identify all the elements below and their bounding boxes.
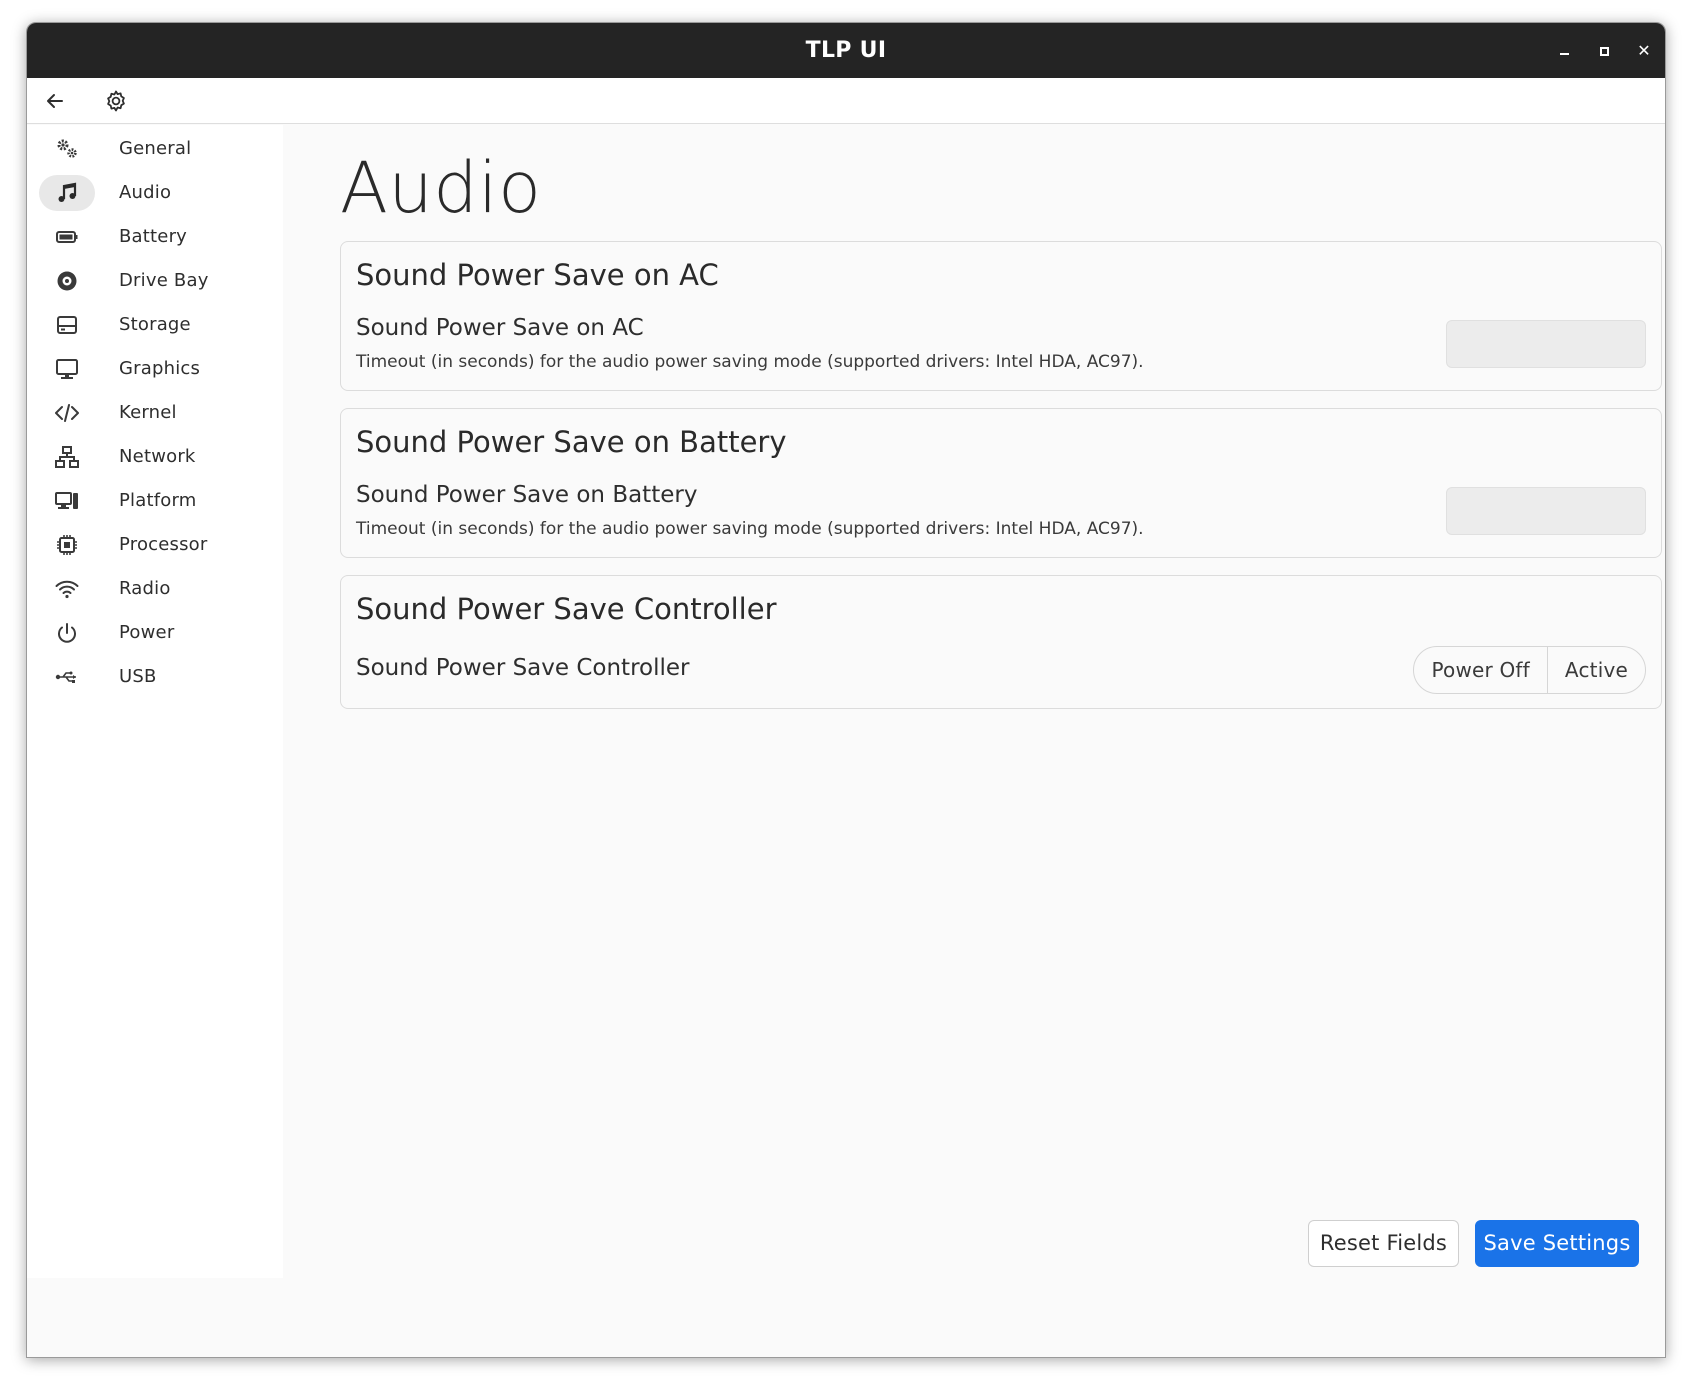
sidebar-item-battery[interactable]: Battery xyxy=(39,219,271,255)
chip-icon xyxy=(55,533,79,557)
sidebar-item-label: Platform xyxy=(119,490,197,511)
app-window: TLP UI ✕ General Audio Battery Drive Bay… xyxy=(26,22,1666,1358)
sound-power-save-battery-input[interactable] xyxy=(1446,487,1646,535)
sidebar-item-label: General xyxy=(119,138,192,159)
row-title: Sound Power Save Controller xyxy=(356,655,690,681)
settings-card-sound-controller: Sound Power Save Controller Sound Power … xyxy=(340,575,1662,709)
row-title: Sound Power Save on Battery xyxy=(356,482,698,508)
usb-icon xyxy=(55,665,79,689)
sidebar-item-platform[interactable]: Platform xyxy=(39,483,271,519)
close-icon[interactable]: ✕ xyxy=(1634,41,1654,61)
header-toolbar xyxy=(27,78,1665,124)
desktop-tower-icon xyxy=(55,489,79,513)
window-title: TLP UI xyxy=(805,38,887,63)
power-icon xyxy=(55,621,79,645)
storage-drive-icon xyxy=(55,313,79,337)
network-icon xyxy=(55,445,79,469)
minimize-icon[interactable] xyxy=(1554,41,1574,61)
sidebar-item-network[interactable]: Network xyxy=(39,439,271,475)
settings-card-sound-ac: Sound Power Save on AC Sound Power Save … xyxy=(340,241,1662,391)
sidebar-item-radio[interactable]: Radio xyxy=(39,571,271,607)
row-title: Sound Power Save on AC xyxy=(356,315,644,341)
sidebar-item-label: Network xyxy=(119,446,196,467)
code-icon xyxy=(55,401,79,425)
save-settings-button[interactable]: Save Settings xyxy=(1475,1220,1639,1267)
sidebar-item-label: Audio xyxy=(119,182,172,203)
sidebar-item-power[interactable]: Power xyxy=(39,615,271,651)
gear-icon[interactable] xyxy=(102,87,130,115)
sidebar-item-label: USB xyxy=(119,666,157,687)
sidebar-item-storage[interactable]: Storage xyxy=(39,307,271,343)
sidebar-item-label: Kernel xyxy=(119,402,177,423)
reset-fields-button[interactable]: Reset Fields xyxy=(1308,1220,1459,1267)
sidebar-item-label: Graphics xyxy=(119,358,201,379)
wifi-icon xyxy=(55,577,79,601)
sidebar-item-processor[interactable]: Processor xyxy=(39,527,271,563)
sidebar-item-label: Drive Bay xyxy=(119,270,209,291)
arrow-left-icon[interactable] xyxy=(41,87,69,115)
sidebar-item-usb[interactable]: USB xyxy=(39,659,271,695)
main-content: Audio Sound Power Save on AC Sound Power… xyxy=(283,125,1665,1357)
row-description: Timeout (in seconds) for the audio power… xyxy=(356,519,1144,539)
sidebar-item-label: Battery xyxy=(119,226,188,247)
sidebar: General Audio Battery Drive Bay Storage … xyxy=(27,125,283,1278)
sidebar-item-drive-bay[interactable]: Drive Bay xyxy=(39,263,271,299)
sidebar-item-label: Radio xyxy=(119,578,171,599)
settings-card-sound-battery: Sound Power Save on Battery Sound Power … xyxy=(340,408,1662,558)
sidebar-item-general[interactable]: General xyxy=(39,131,271,167)
option-active[interactable]: Active xyxy=(1546,647,1645,693)
battery-icon xyxy=(55,225,79,249)
option-power-off[interactable]: Power Off xyxy=(1414,647,1546,693)
row-description: Timeout (in seconds) for the audio power… xyxy=(356,352,1144,372)
sidebar-item-label: Power xyxy=(119,622,175,643)
card-heading: Sound Power Save on AC xyxy=(356,258,719,292)
sidebar-item-kernel[interactable]: Kernel xyxy=(39,395,271,431)
sidebar-item-label: Processor xyxy=(119,534,208,555)
sidebar-item-graphics[interactable]: Graphics xyxy=(39,351,271,387)
card-heading: Sound Power Save on Battery xyxy=(356,425,787,459)
monitor-icon xyxy=(55,357,79,381)
sound-power-save-ac-input[interactable] xyxy=(1446,320,1646,368)
sound-controller-toggle[interactable]: Power Off Active xyxy=(1413,646,1646,694)
page-title: Audio xyxy=(340,147,542,229)
music-note-icon xyxy=(55,181,79,205)
sidebar-item-audio[interactable]: Audio xyxy=(39,175,271,211)
gears-icon xyxy=(55,137,79,161)
disc-icon xyxy=(55,269,79,293)
sidebar-item-label: Storage xyxy=(119,314,191,335)
title-bar[interactable]: TLP UI ✕ xyxy=(27,23,1665,78)
maximize-icon[interactable] xyxy=(1594,41,1614,61)
card-heading: Sound Power Save Controller xyxy=(356,592,777,626)
